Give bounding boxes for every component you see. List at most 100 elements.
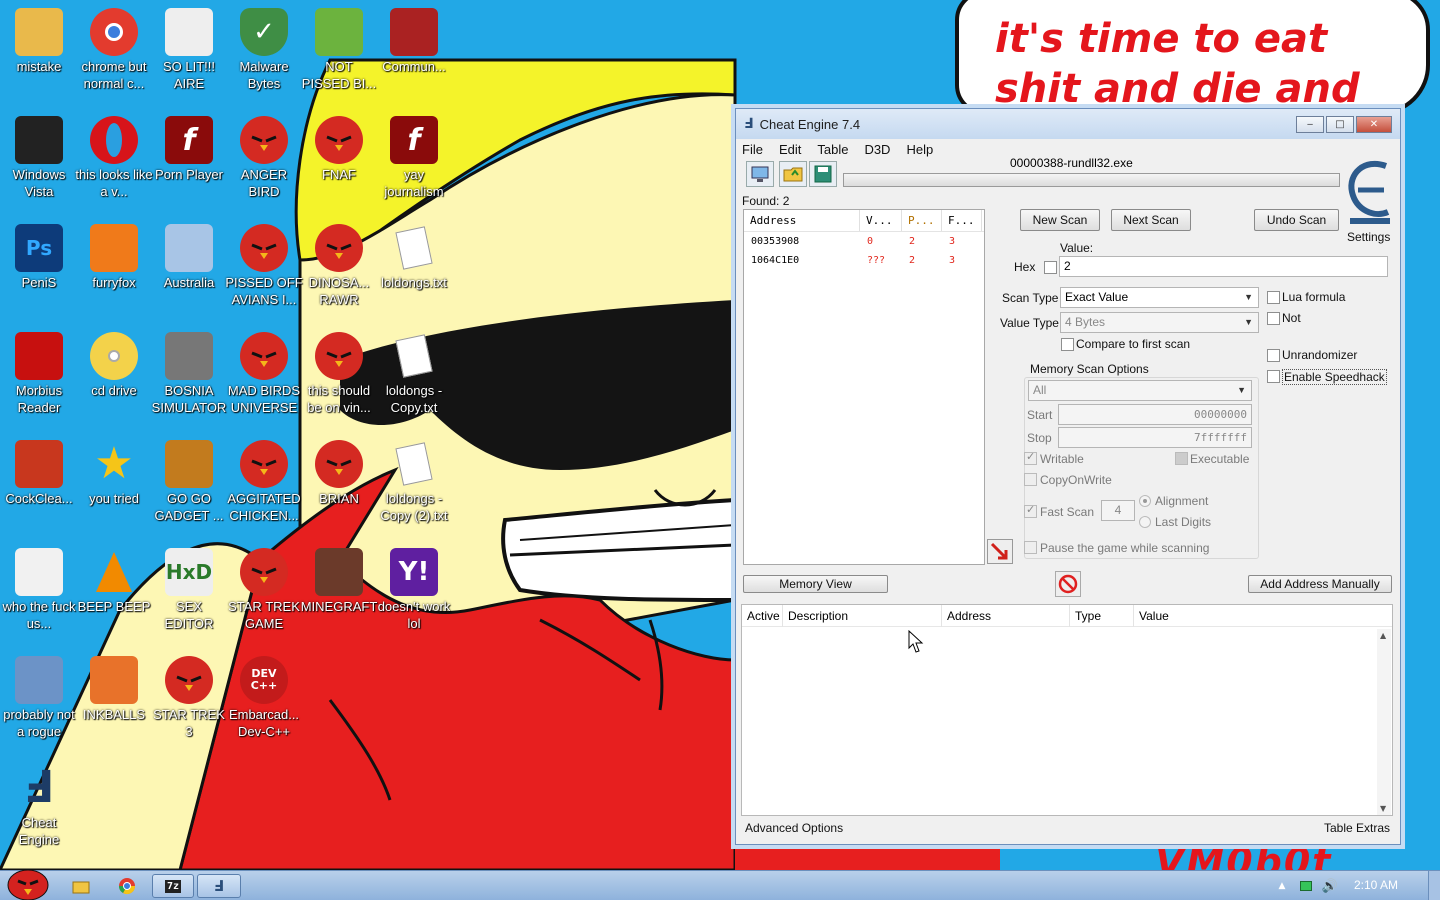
- desktop-icon[interactable]: mistake: [0, 4, 78, 108]
- col-value[interactable]: Value: [1134, 605, 1234, 627]
- menu-edit[interactable]: Edit: [779, 142, 801, 157]
- clear-list-button[interactable]: [1055, 571, 1081, 597]
- add-address-manually-button[interactable]: Add Address Manually: [1248, 575, 1392, 593]
- region-select[interactable]: All ▼: [1028, 380, 1252, 401]
- desktop-icon[interactable]: BRIAN: [300, 436, 378, 540]
- system-clock[interactable]: 2:10 AM: [1354, 878, 1398, 892]
- desktop-icon[interactable]: loldongs.txt: [375, 220, 453, 324]
- last-digits-radio[interactable]: [1139, 516, 1151, 528]
- desktop-icon[interactable]: SO LIT!!! AIRE: [150, 4, 228, 108]
- save-button[interactable]: [809, 161, 837, 187]
- desktop-icon[interactable]: Ⅎ Cheat Engine: [0, 760, 78, 864]
- pause-game-checkbox[interactable]: [1024, 541, 1037, 554]
- scroll-up-icon[interactable]: ▲: [1380, 631, 1386, 640]
- col-value[interactable]: V...: [860, 210, 902, 231]
- memory-view-button[interactable]: Memory View: [743, 575, 888, 593]
- desktop-icon[interactable]: FNAF: [300, 112, 378, 216]
- taskbar-chrome[interactable]: [112, 874, 142, 898]
- found-row[interactable]: 1064C1E0 ??? 2 3: [744, 251, 984, 270]
- desktop-icon[interactable]: STAR TREK 3: [150, 652, 228, 756]
- desktop-icon[interactable]: BOSNIA SIMULATOR: [150, 328, 228, 432]
- desktop-icon[interactable]: this looks like a v...: [75, 112, 153, 216]
- desktop-icon[interactable]: probably not a rogue: [0, 652, 78, 756]
- desktop-icon[interactable]: NOT PISSED BI...: [300, 4, 378, 108]
- minimize-button[interactable]: ‒: [1296, 116, 1324, 133]
- next-scan-button[interactable]: Next Scan: [1111, 209, 1191, 231]
- not-checkbox[interactable]: [1267, 312, 1280, 325]
- maximize-button[interactable]: □: [1326, 116, 1354, 133]
- desktop-icon[interactable]: Ps PeniS: [0, 220, 78, 324]
- alignment-radio[interactable]: [1139, 495, 1151, 507]
- desktop-icon[interactable]: loldongs - Copy.txt: [375, 328, 453, 432]
- menu-file[interactable]: File: [742, 142, 763, 157]
- copyonwrite-checkbox[interactable]: [1024, 473, 1037, 486]
- menu-help[interactable]: Help: [906, 142, 933, 157]
- scroll-down-icon[interactable]: ▼: [1380, 804, 1386, 813]
- lua-formula-checkbox[interactable]: [1267, 291, 1280, 304]
- col-address[interactable]: Address: [942, 604, 1070, 627]
- desktop-icon[interactable]: DEV C++ Embarcad... Dev-C++: [225, 652, 303, 756]
- cheat-table[interactable]: Active Description Address Type Value ▲ …: [741, 604, 1393, 816]
- desktop-icon[interactable]: DINOSA... RAWR: [300, 220, 378, 324]
- desktop-icon[interactable]: ✓ Malware Bytes: [225, 4, 303, 108]
- desktop-icon[interactable]: GO GO GADGET ...: [150, 436, 228, 540]
- tray-expand-icon[interactable]: ▲: [1272, 874, 1292, 898]
- desktop-icon[interactable]: PISSED OFF AVIANS I...: [225, 220, 303, 324]
- desktop-icon[interactable]: loldongs - Copy (2).txt: [375, 436, 453, 540]
- open-file-button[interactable]: [779, 161, 807, 187]
- menu-d3d[interactable]: D3D: [864, 142, 890, 157]
- col-previous[interactable]: P...: [902, 210, 942, 231]
- taskbar-cheat-engine[interactable]: Ⅎ: [197, 874, 241, 898]
- start-address-input[interactable]: 00000000: [1058, 404, 1252, 425]
- desktop-icon[interactable]: AGGITATED CHICKEN...: [225, 436, 303, 540]
- stop-address-input[interactable]: 7fffffff: [1058, 427, 1252, 448]
- found-row[interactable]: 00353908 0 2 3: [744, 232, 984, 251]
- close-button[interactable]: ✕: [1356, 116, 1392, 133]
- new-scan-button[interactable]: New Scan: [1020, 209, 1100, 231]
- table-extras-link[interactable]: Table Extras: [1324, 821, 1390, 835]
- desktop-icon[interactable]: cd drive: [75, 328, 153, 432]
- desktop-icon[interactable]: Windows Vista: [0, 112, 78, 216]
- cheat-engine-logo-icon[interactable]: [1344, 156, 1394, 226]
- desktop-icon[interactable]: MAD BIRDS UNIVERSE: [225, 328, 303, 432]
- add-to-list-button[interactable]: [987, 539, 1013, 564]
- found-address-list[interactable]: Address V... P... F... 00353908 0 2 3 10…: [743, 209, 985, 565]
- desktop-icon[interactable]: who the fuck us...: [0, 544, 78, 648]
- col-active[interactable]: Active: [742, 604, 783, 627]
- desktop-icon[interactable]: this should be on vin...: [300, 328, 378, 432]
- title-bar[interactable]: Ⅎ Cheat Engine 7.4 ‒ □ ✕: [736, 109, 1400, 139]
- desktop-icon[interactable]: INKBALLS: [75, 652, 153, 756]
- hex-checkbox[interactable]: [1044, 261, 1057, 274]
- desktop-icon[interactable]: STAR TREK GAME: [225, 544, 303, 648]
- fast-scan-input[interactable]: 4: [1101, 500, 1135, 521]
- volume-icon[interactable]: 🔊: [1320, 874, 1340, 898]
- desktop-icon[interactable]: Commun...: [375, 4, 453, 108]
- desktop-icon[interactable]: ★ you tried: [75, 436, 153, 540]
- unrandomizer-checkbox[interactable]: [1267, 349, 1280, 362]
- compare-first-checkbox[interactable]: [1061, 338, 1074, 351]
- desktop-icon[interactable]: BEEP BEEP: [75, 544, 153, 648]
- desktop-icon[interactable]: Y! doesn't work lol: [375, 544, 453, 648]
- taskbar-explorer[interactable]: [66, 874, 96, 898]
- desktop-icon[interactable]: Morbius Reader: [0, 328, 78, 432]
- advanced-options-link[interactable]: Advanced Options: [745, 821, 843, 835]
- desktop-icon[interactable]: MINEGRAFT: [300, 544, 378, 648]
- col-address[interactable]: Address: [744, 210, 860, 231]
- desktop-icon[interactable]: ANGER BIRD: [225, 112, 303, 216]
- desktop-icon[interactable]: HxD SEX EDITOR: [150, 544, 228, 648]
- taskbar-7zip[interactable]: 7z: [152, 874, 194, 898]
- value-input[interactable]: 2: [1059, 256, 1388, 277]
- fast-scan-checkbox[interactable]: [1024, 503, 1037, 518]
- start-button[interactable]: [4, 865, 50, 900]
- vertical-scrollbar[interactable]: ▲ ▼: [1377, 629, 1391, 815]
- network-icon[interactable]: [1296, 874, 1316, 898]
- desktop-icon[interactable]: Australia: [150, 220, 228, 324]
- scan-type-select[interactable]: Exact Value ▼: [1060, 287, 1259, 308]
- value-type-select[interactable]: 4 Bytes ▼: [1060, 312, 1259, 333]
- desktop-icon[interactable]: f yay journalism: [375, 112, 453, 216]
- desktop-icon[interactable]: chrome but normal c...: [75, 4, 153, 108]
- show-desktop-button[interactable]: [1428, 871, 1440, 900]
- writable-checkbox[interactable]: [1024, 450, 1037, 465]
- col-description[interactable]: Description: [783, 604, 942, 627]
- menu-table[interactable]: Table: [817, 142, 848, 157]
